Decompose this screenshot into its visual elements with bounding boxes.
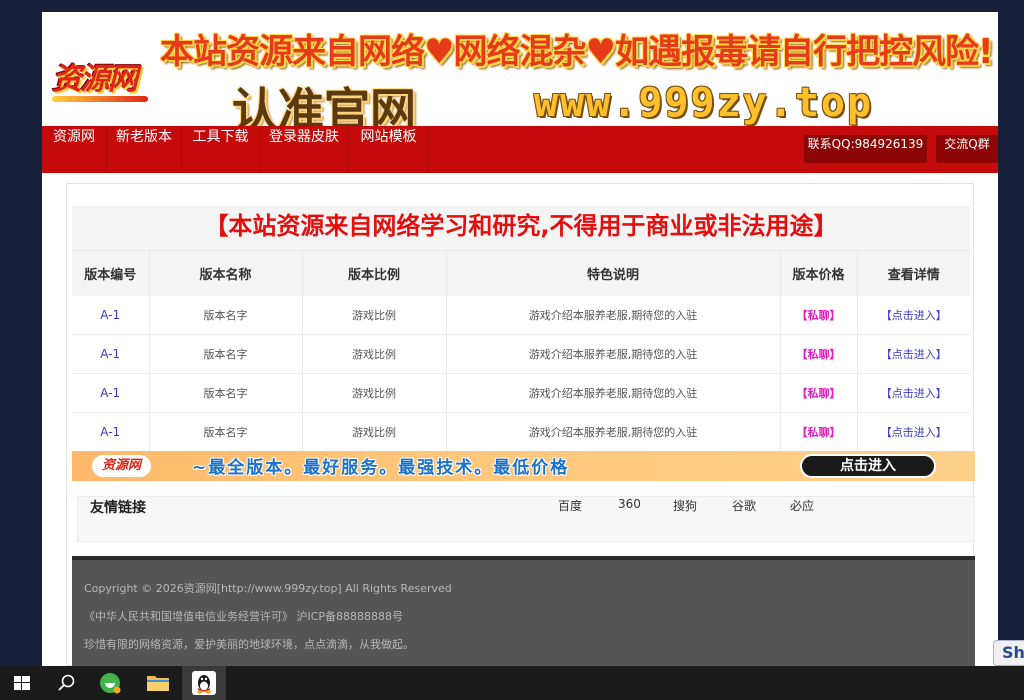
price-link[interactable]: 【私聊】 [780, 295, 858, 335]
footer-slogan: 珍惜有限的网络资源，爱护美丽的地球环境，点点滴滴，从我做起。 [84, 638, 414, 651]
contact-qq-button[interactable]: 联系QQ:984926139 [804, 135, 927, 163]
file-explorer-icon[interactable] [136, 666, 180, 700]
qq-icon[interactable] [182, 666, 226, 700]
version-ratio-cell: 游戏比例 [302, 412, 447, 452]
table-row: A-1 版本名字 游戏比例 游戏介绍本服养老服,期待您的入驻 【私聊】 【点击进… [72, 334, 970, 374]
site-banner[interactable]: 资源网 本站资源来自网络♥网络混杂♥如遇报毒请自行把控风险! 认准官网 www.… [42, 12, 998, 126]
logo-text: 资源网 [52, 62, 138, 97]
search-icon[interactable] [44, 666, 88, 700]
features-cell: 游戏介绍本服养老服,期待您的入驻 [446, 295, 781, 335]
friend-link-baidu[interactable]: 百度 [558, 497, 582, 514]
version-name-cell: 版本名字 [149, 412, 303, 452]
version-code-cell: A-1 [72, 373, 150, 413]
version-ratio-cell: 游戏比例 [302, 334, 447, 374]
ad-slogan: ~最全版本。最好服务。最强技术。最低价格 [192, 458, 570, 478]
version-code-cell: A-1 [72, 295, 150, 335]
header-version-code: 版本编号 [72, 250, 150, 296]
features-cell: 游戏介绍本服养老服,期待您的入驻 [446, 373, 781, 413]
price-link[interactable]: 【私聊】 [780, 412, 858, 452]
ad-logo: 资源网 [92, 455, 152, 477]
header-features: 特色说明 [446, 250, 781, 296]
banner-official-text: 认准官网 [232, 83, 416, 126]
header-details: 查看详情 [857, 250, 970, 296]
friend-link-360[interactable]: 360 [618, 497, 641, 511]
windows-start-icon[interactable] [0, 666, 44, 700]
footer-license: 《中华人民共和国增值电信业务经营许可》 沪ICP备88888888号 [84, 610, 404, 623]
friend-link-sogou[interactable]: 搜狗 [673, 497, 697, 514]
friend-link-google[interactable]: 谷歌 [732, 497, 756, 514]
version-code-cell: A-1 [72, 334, 150, 374]
details-link[interactable]: 【点击进入】 [857, 373, 970, 413]
version-code-cell: A-1 [72, 412, 150, 452]
header-price: 版本价格 [780, 250, 858, 296]
table-row: A-1 版本名字 游戏比例 游戏介绍本服养老服,期待您的入驻 【私聊】 【点击进… [72, 295, 970, 335]
banner-warning-text: 本站资源来自网络♥网络混杂♥如遇报毒请自行把控风险! [160, 32, 993, 72]
windows-taskbar [0, 666, 1024, 700]
main-content: 【本站资源来自网络学习和研究,不得用于商业或非法用途】 版本编号 版本名称 版本… [42, 173, 998, 667]
friend-links: 友情链接 百度 360 搜狗 谷歌 必应 [77, 496, 975, 542]
share-tab[interactable]: Sh [993, 640, 1024, 666]
header-version-name: 版本名称 [149, 250, 303, 296]
table-row: A-1 版本名字 游戏比例 游戏介绍本服养老服,期待您的入驻 【私聊】 【点击进… [72, 412, 970, 452]
banner-site-url: www.999zy.top [534, 80, 874, 126]
main-nav: 资源网 新老版本 工具下载 登录器皮肤 网站模板 联系QQ:984926139 … [42, 126, 998, 173]
site-footer: Copyright © 2026资源网[http://www.999zy.top… [72, 556, 975, 667]
version-name-cell: 版本名字 [149, 295, 303, 335]
site-logo[interactable]: 资源网 [52, 48, 152, 108]
nav-item-home[interactable]: 资源网 [42, 126, 107, 173]
logo-swoosh [52, 96, 148, 102]
version-ratio-cell: 游戏比例 [302, 373, 447, 413]
version-table: 版本编号 版本名称 版本比例 特色说明 版本价格 查看详情 A-1 版本名字 游… [72, 250, 970, 452]
content-panel: 【本站资源来自网络学习和研究,不得用于商业或非法用途】 版本编号 版本名称 版本… [66, 183, 975, 667]
qq-group-button[interactable]: 交流Q群 [936, 135, 998, 163]
browser-icon[interactable] [88, 666, 132, 700]
table-header-row: 版本编号 版本名称 版本比例 特色说明 版本价格 查看详情 [72, 250, 970, 296]
table-row: A-1 版本名字 游戏比例 游戏介绍本服养老服,期待您的入驻 【私聊】 【点击进… [72, 373, 970, 413]
disclaimer-notice: 【本站资源来自网络学习和研究,不得用于商业或非法用途】 [72, 206, 970, 250]
friend-links-title: 友情链接 [90, 500, 146, 516]
features-cell: 游戏介绍本服养老服,期待您的入驻 [446, 334, 781, 374]
version-ratio-cell: 游戏比例 [302, 295, 447, 335]
friend-link-bing[interactable]: 必应 [790, 497, 814, 514]
details-link[interactable]: 【点击进入】 [857, 412, 970, 452]
version-name-cell: 版本名字 [149, 373, 303, 413]
price-link[interactable]: 【私聊】 [780, 334, 858, 374]
details-link[interactable]: 【点击进入】 [857, 334, 970, 374]
features-cell: 游戏介绍本服养老服,期待您的入驻 [446, 412, 781, 452]
nav-item-skins[interactable]: 登录器皮肤 [260, 126, 349, 173]
price-link[interactable]: 【私聊】 [780, 373, 858, 413]
nav-item-templates[interactable]: 网站模板 [349, 126, 429, 173]
ad-banner[interactable]: 资源网 ~最全版本。最好服务。最强技术。最低价格 点击进入 [72, 451, 975, 481]
header-version-ratio: 版本比例 [302, 250, 447, 296]
ad-enter-button[interactable]: 点击进入 [800, 454, 936, 478]
version-name-cell: 版本名字 [149, 334, 303, 374]
nav-item-versions[interactable]: 新老版本 [107, 126, 182, 173]
nav-item-tools[interactable]: 工具下载 [182, 126, 260, 173]
details-link[interactable]: 【点击进入】 [857, 295, 970, 335]
footer-copyright: Copyright © 2026资源网[http://www.999zy.top… [84, 582, 452, 595]
